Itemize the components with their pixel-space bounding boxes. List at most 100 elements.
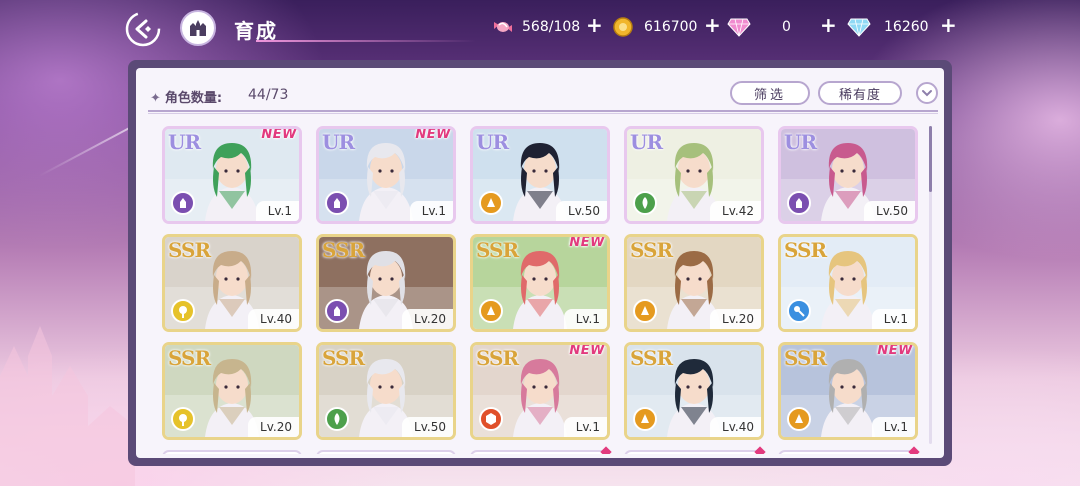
- header-divider-thin: [148, 113, 938, 114]
- sort-direction-button[interactable]: [916, 82, 938, 104]
- new-tag: NEW: [877, 343, 913, 358]
- attribute-icon: [171, 407, 195, 431]
- new-tag: NEW: [569, 343, 605, 358]
- character-card-partial[interactable]: [162, 450, 302, 454]
- castle-home-icon: [190, 20, 206, 36]
- character-card[interactable]: SSR Lv.20: [162, 342, 302, 440]
- add-blue-diamond-button[interactable]: +: [940, 13, 957, 37]
- back-button[interactable]: [124, 10, 162, 48]
- resource-gold: 616700 +: [610, 13, 721, 40]
- attribute-icon: [325, 407, 349, 431]
- attribute-icon: [479, 191, 503, 215]
- rarity-badge: SSR: [168, 238, 211, 262]
- chevron-down-icon: [922, 90, 932, 97]
- resource-pink-diamond: 0 +: [726, 13, 837, 40]
- level-label: Lv.1: [255, 201, 299, 221]
- level-label: Lv.1: [871, 417, 915, 437]
- top-bar: 育成 568/108 + 616700 + 0 + 16260 +: [0, 0, 1080, 56]
- level-label: Lv.50: [402, 417, 453, 437]
- character-card[interactable]: SSR Lv.50: [316, 342, 456, 440]
- new-indicator-dot: [908, 446, 920, 454]
- attribute-icon: [787, 191, 811, 215]
- filter-button[interactable]: 筛选: [730, 81, 810, 105]
- character-grid: UR NEW Lv.1 UR NEW Lv.1 UR Lv.50 UR Lv.42 UR Lv.50 S…: [162, 118, 927, 454]
- character-count-value: 44/73: [248, 87, 289, 103]
- rarity-badge: UR: [168, 130, 201, 154]
- attribute-icon: [479, 407, 503, 431]
- attribute-icon: [633, 299, 657, 323]
- rarity-badge: UR: [630, 130, 663, 154]
- level-label: Lv.40: [248, 309, 299, 329]
- character-card[interactable]: SSR Lv.20: [316, 234, 456, 332]
- rarity-badge: SSR: [322, 346, 365, 370]
- title-decoration: [256, 40, 476, 42]
- attribute-icon: [633, 191, 657, 215]
- level-label: Lv.20: [248, 417, 299, 437]
- character-panel: ✦ 角色数量: 44/73 筛选 稀有度 UR NEW Lv.1 UR NEW Lv.1 UR…: [128, 60, 952, 466]
- character-card[interactable]: UR Lv.50: [470, 126, 610, 224]
- rarity-badge: UR: [322, 130, 355, 154]
- level-label: Lv.40: [710, 417, 761, 437]
- character-card[interactable]: SSR NEW Lv.1: [470, 342, 610, 440]
- resource-candy: 568/108 +: [490, 13, 603, 40]
- new-tag: NEW: [415, 127, 451, 142]
- character-count-label: ✦ 角色数量:: [150, 91, 223, 106]
- attribute-icon: [171, 299, 195, 323]
- rarity-badge: UR: [784, 130, 817, 154]
- character-card[interactable]: SSR Lv.20: [624, 234, 764, 332]
- character-card[interactable]: SSR Lv.40: [624, 342, 764, 440]
- sparkle-icon: ✦: [150, 91, 161, 106]
- add-candy-button[interactable]: +: [586, 13, 603, 37]
- rarity-badge: SSR: [784, 346, 827, 370]
- attribute-icon: [787, 299, 811, 323]
- character-card[interactable]: UR Lv.50: [778, 126, 918, 224]
- rarity-badge: SSR: [322, 238, 365, 262]
- character-card[interactable]: UR NEW Lv.1: [162, 126, 302, 224]
- rarity-badge: SSR: [784, 238, 827, 262]
- character-panel-inner: ✦ 角色数量: 44/73 筛选 稀有度 UR NEW Lv.1 UR NEW Lv.1 UR…: [136, 68, 944, 458]
- blue-diamond-icon: [846, 14, 872, 40]
- rarity-badge: SSR: [630, 238, 673, 262]
- attribute-icon: [171, 191, 195, 215]
- attribute-icon: [325, 299, 349, 323]
- level-label: Lv.50: [556, 201, 607, 221]
- header-divider: [148, 110, 938, 112]
- level-label: Lv.42: [710, 201, 761, 221]
- add-pink-diamond-button[interactable]: +: [820, 13, 837, 37]
- character-card[interactable]: SSR NEW Lv.1: [778, 342, 918, 440]
- resource-blue-diamond: 16260 +: [846, 13, 957, 40]
- home-button[interactable]: [180, 10, 216, 46]
- character-card-partial[interactable]: [624, 450, 764, 454]
- scrollbar-thumb[interactable]: [929, 126, 932, 192]
- level-label: Lv.1: [563, 309, 607, 329]
- rarity-badge: SSR: [476, 346, 519, 370]
- character-card[interactable]: UR NEW Lv.1: [316, 126, 456, 224]
- attribute-icon: [633, 407, 657, 431]
- attribute-icon: [479, 299, 503, 323]
- level-label: Lv.1: [409, 201, 453, 221]
- level-label: Lv.20: [402, 309, 453, 329]
- rarity-badge: SSR: [630, 346, 673, 370]
- character-card[interactable]: SSR Lv.40: [162, 234, 302, 332]
- castle-silhouette: [0, 326, 135, 486]
- character-card[interactable]: SSR NEW Lv.1: [470, 234, 610, 332]
- new-indicator-dot: [754, 446, 766, 454]
- new-tag: NEW: [261, 127, 297, 142]
- level-label: Lv.1: [563, 417, 607, 437]
- rarity-badge: SSR: [476, 238, 519, 262]
- level-label: Lv.1: [871, 309, 915, 329]
- character-card[interactable]: SSR Lv.1: [778, 234, 918, 332]
- gold-coin-icon: [610, 14, 636, 40]
- candy-icon: [490, 14, 516, 40]
- level-label: Lv.50: [864, 201, 915, 221]
- sort-rarity-button[interactable]: 稀有度: [818, 81, 902, 105]
- character-card-partial[interactable]: [778, 450, 918, 454]
- character-card-partial[interactable]: [316, 450, 456, 454]
- character-card[interactable]: UR Lv.42: [624, 126, 764, 224]
- attribute-icon: [325, 191, 349, 215]
- new-tag: NEW: [569, 235, 605, 250]
- rarity-badge: UR: [476, 130, 509, 154]
- character-card-partial[interactable]: [470, 450, 610, 454]
- new-indicator-dot: [600, 446, 612, 454]
- add-gold-button[interactable]: +: [704, 13, 721, 37]
